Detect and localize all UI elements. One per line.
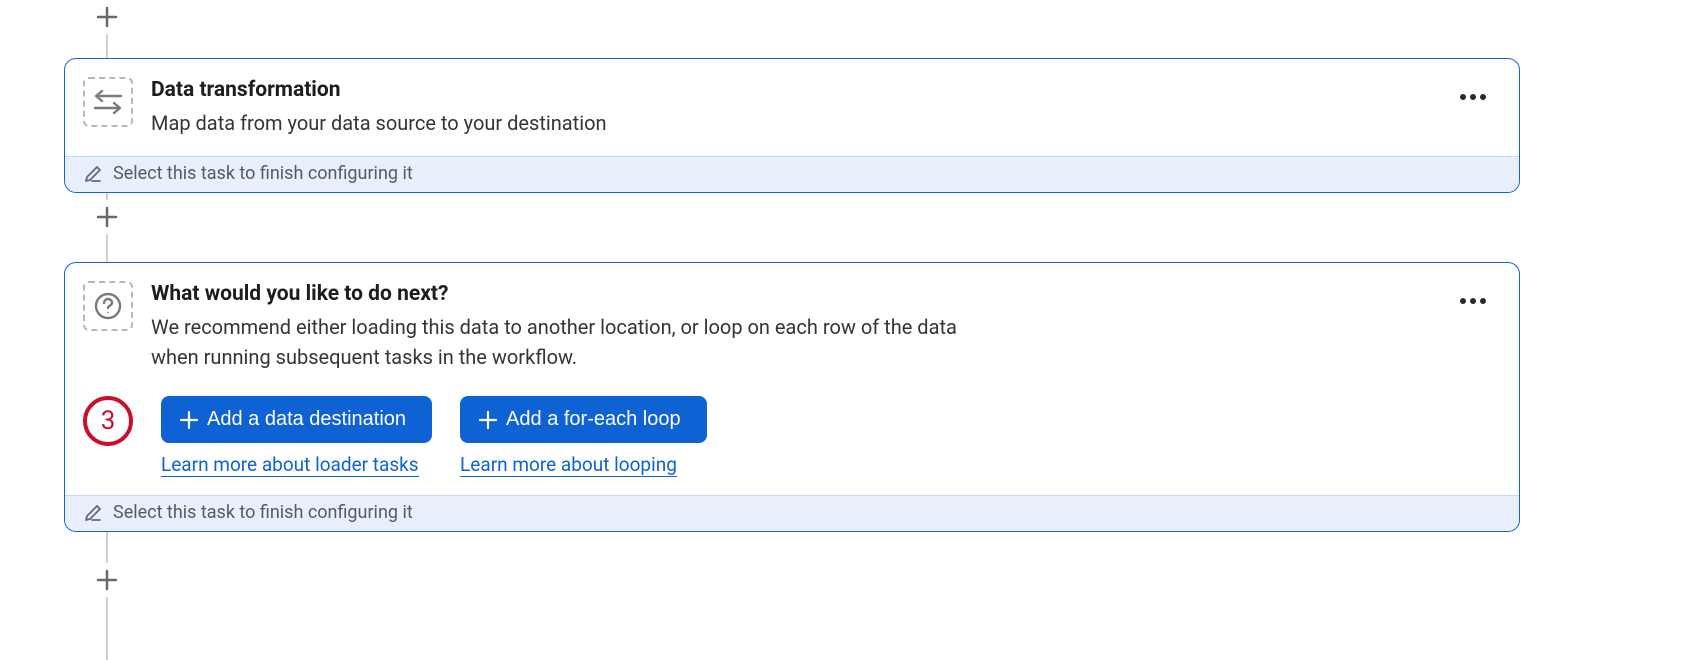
plus-icon bbox=[96, 6, 118, 28]
task-description: Map data from your data source to your d… bbox=[151, 108, 971, 138]
add-data-destination-button[interactable]: Add a data destination bbox=[161, 396, 432, 443]
task-config-banner[interactable]: Select this task to finish configuring i… bbox=[65, 156, 1519, 192]
add-step-button[interactable] bbox=[90, 563, 124, 597]
task-more-button[interactable] bbox=[1451, 281, 1495, 321]
step-annotation-number: 3 bbox=[101, 406, 116, 436]
learn-looping-link[interactable]: Learn more about looping bbox=[460, 453, 677, 477]
question-icon bbox=[83, 281, 133, 331]
task-config-text: Select this task to finish configuring i… bbox=[113, 502, 413, 523]
step-annotation: 3 bbox=[83, 396, 133, 446]
task-title: What would you like to do next? bbox=[151, 281, 1451, 308]
task-config-banner[interactable]: Select this task to finish configuring i… bbox=[65, 495, 1519, 531]
task-card-transformation[interactable]: Data transformation Map data from your d… bbox=[64, 58, 1520, 193]
button-label: Add a for-each loop bbox=[506, 408, 681, 431]
edit-icon bbox=[83, 503, 103, 523]
button-label: Add a data destination bbox=[207, 408, 406, 431]
plus-icon bbox=[96, 206, 118, 228]
transform-icon bbox=[83, 77, 133, 127]
add-step-button[interactable] bbox=[90, 200, 124, 234]
learn-loader-link[interactable]: Learn more about loader tasks bbox=[161, 453, 419, 477]
task-card-next-step[interactable]: What would you like to do next? We recom… bbox=[64, 262, 1520, 532]
plus-icon bbox=[96, 569, 118, 591]
task-description: We recommend either loading this data to… bbox=[151, 312, 971, 372]
add-for-each-loop-button[interactable]: Add a for-each loop bbox=[460, 396, 707, 443]
add-step-button[interactable] bbox=[90, 0, 124, 34]
task-config-text: Select this task to finish configuring i… bbox=[113, 163, 413, 184]
task-title: Data transformation bbox=[151, 77, 1451, 104]
plus-icon bbox=[478, 410, 498, 430]
plus-icon bbox=[179, 410, 199, 430]
edit-icon bbox=[83, 164, 103, 184]
task-more-button[interactable] bbox=[1451, 77, 1495, 117]
